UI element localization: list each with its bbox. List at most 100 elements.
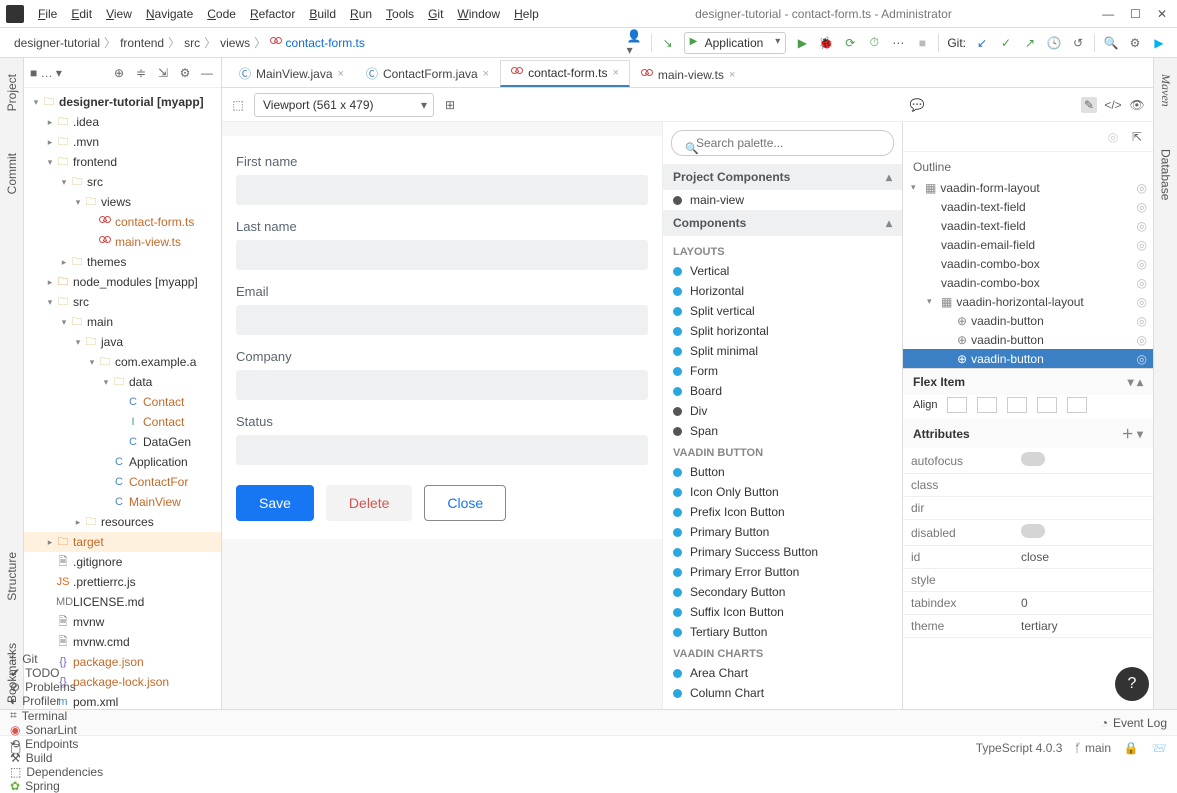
form-field[interactable]: Company xyxy=(236,349,648,400)
maximize-icon[interactable]: ☐ xyxy=(1130,7,1141,21)
menu-navigate[interactable]: Navigate xyxy=(140,4,199,24)
outline-item[interactable]: vaadin-email-field◎ xyxy=(903,235,1153,254)
coverage-icon[interactable]: ⟳ xyxy=(842,35,858,51)
profile-icon[interactable]: ⏱ xyxy=(866,35,882,51)
tree-row[interactable]: CApplication xyxy=(24,452,221,472)
bottom-tab-spring[interactable]: ✿Spring xyxy=(10,779,103,793)
field-input[interactable] xyxy=(236,240,648,270)
editor-tab[interactable]: contact-form.ts× xyxy=(500,60,630,87)
select-tool-icon[interactable]: ⬚ xyxy=(230,97,246,113)
tree-row[interactable]: ▾🗀src xyxy=(24,172,221,192)
debug-icon[interactable]: 🐞 xyxy=(818,35,834,51)
project-tree[interactable]: ▾🗀designer-tutorial [myapp]▸🗀.idea▸🗀.mvn… xyxy=(24,88,221,709)
tree-row[interactable]: ▸🗀.mvn xyxy=(24,132,221,152)
vaadin-icon[interactable]: ▶ xyxy=(1151,35,1167,51)
menu-file[interactable]: File xyxy=(32,4,63,24)
tree-row[interactable]: ▸🗀themes xyxy=(24,252,221,272)
side-tab-commit[interactable]: Commit xyxy=(3,147,21,200)
vcs-update-icon[interactable]: ↙ xyxy=(974,35,990,51)
palette-item[interactable]: Primary Success Button xyxy=(663,542,902,562)
run-icon[interactable]: ▶ xyxy=(794,35,810,51)
outline-item[interactable]: ▾▦ vaadin-horizontal-layout◎ xyxy=(903,292,1153,311)
delete-button[interactable]: Delete xyxy=(326,485,412,521)
tree-row[interactable]: ▸🗀node_modules [myapp] xyxy=(24,272,221,292)
side-tab-structure[interactable]: Structure xyxy=(3,546,21,607)
tab-close-icon[interactable]: × xyxy=(483,68,489,80)
more-icon[interactable]: ⋯ xyxy=(890,35,906,51)
menu-tools[interactable]: Tools xyxy=(380,4,420,24)
tree-row[interactable]: ▾🗀data xyxy=(24,372,221,392)
palette-item[interactable]: Split minimal xyxy=(663,341,902,361)
palette-item[interactable]: Tertiary Button xyxy=(663,622,902,642)
editor-tab[interactable]: main-view.ts× xyxy=(630,62,746,87)
export-icon[interactable]: ⇱ xyxy=(1129,129,1145,145)
status-icon[interactable]: ▢ xyxy=(10,741,21,755)
palette-item[interactable]: Primary Button xyxy=(663,522,902,542)
palette-item[interactable]: Primary Error Button xyxy=(663,562,902,582)
outline-item[interactable]: ▾▦ vaadin-form-layout◎ xyxy=(903,178,1153,197)
attr-row[interactable]: themetertiary xyxy=(903,615,1153,638)
minimize-icon[interactable]: — xyxy=(1102,7,1114,21)
close-button[interactable]: Close xyxy=(424,485,506,521)
close-icon[interactable]: ✕ xyxy=(1157,7,1167,21)
outline-item[interactable]: vaadin-text-field◎ xyxy=(903,216,1153,235)
toggle[interactable] xyxy=(1021,524,1045,538)
form-field[interactable]: Last name xyxy=(236,219,648,270)
side-tab-database[interactable]: Database xyxy=(1157,143,1175,206)
tree-row[interactable]: 🗎mvnw xyxy=(24,612,221,632)
bottom-tab-git[interactable]: ᚶGit xyxy=(10,652,103,666)
tree-row[interactable]: CContactFor xyxy=(24,472,221,492)
palette-item[interactable]: Split vertical xyxy=(663,301,902,321)
bottom-tab-sonarlint[interactable]: ◉SonarLint xyxy=(10,723,103,737)
palette-item[interactable]: Div xyxy=(663,401,902,421)
tab-close-icon[interactable]: × xyxy=(338,68,344,80)
tree-row[interactable]: ▾🗀designer-tutorial [myapp] xyxy=(24,92,221,112)
edit-mode-icon[interactable]: ✎ xyxy=(1081,97,1097,113)
tree-row[interactable]: CDataGen xyxy=(24,432,221,452)
stop-icon[interactable]: ■ xyxy=(914,35,930,51)
palette-item[interactable]: Split horizontal xyxy=(663,321,902,341)
tree-row[interactable]: ▸🗀target xyxy=(24,532,221,552)
palette-item[interactable]: Form xyxy=(663,361,902,381)
attributes-header[interactable]: Attributes xyxy=(913,427,970,441)
tree-row[interactable]: CContact xyxy=(24,392,221,412)
tab-close-icon[interactable]: × xyxy=(612,67,618,79)
tree-row[interactable]: ▾🗀views xyxy=(24,192,221,212)
palette-item[interactable]: Horizontal xyxy=(663,281,902,301)
tree-row[interactable]: 🗎.gitignore xyxy=(24,552,221,572)
form-field[interactable]: Email xyxy=(236,284,648,335)
menu-code[interactable]: Code xyxy=(201,4,242,24)
attr-row[interactable]: tabindex0 xyxy=(903,592,1153,615)
menu-view[interactable]: View xyxy=(100,4,138,24)
vcs-commit-icon[interactable]: ✓ xyxy=(998,35,1014,51)
bottom-tab-profiler[interactable]: ◐Profiler xyxy=(10,694,103,708)
menu-build[interactable]: Build xyxy=(303,4,342,24)
tree-row[interactable]: JS.prettierrc.js xyxy=(24,572,221,592)
align-opt[interactable] xyxy=(977,397,997,413)
tree-row[interactable]: ▾🗀main xyxy=(24,312,221,332)
form-field[interactable]: First name xyxy=(236,154,648,205)
comment-icon[interactable]: 💬 xyxy=(909,97,925,113)
palette-item[interactable]: Vertical xyxy=(663,261,902,281)
save-button[interactable]: Save xyxy=(236,485,314,521)
palette-section-components[interactable]: Components▴ xyxy=(663,210,902,236)
palette-item[interactable]: Board xyxy=(663,381,902,401)
align-opt[interactable] xyxy=(947,397,967,413)
menu-git[interactable]: Git xyxy=(422,4,449,24)
palette-item[interactable]: Area Chart xyxy=(663,663,902,683)
preview-mode-icon[interactable]: 👁 xyxy=(1129,97,1145,113)
tree-row[interactable]: 🗎mvnw.cmd xyxy=(24,632,221,652)
tree-row[interactable]: ▾🗀src xyxy=(24,292,221,312)
editor-tab[interactable]: ⒸContactForm.java× xyxy=(355,59,500,87)
side-tab-bookmarks[interactable]: Bookmarks xyxy=(3,637,21,709)
attr-row[interactable]: style xyxy=(903,569,1153,592)
viewport-combo[interactable]: Viewport (561 x 479) xyxy=(254,93,434,117)
hammer-icon[interactable]: ↘ xyxy=(660,35,676,51)
add-viewport-icon[interactable]: ⊞ xyxy=(442,97,458,113)
tree-row[interactable]: IContact xyxy=(24,412,221,432)
target-icon[interactable]: ⊕ xyxy=(111,65,127,81)
bottom-tab-problems[interactable]: ⊘Problems xyxy=(10,680,103,694)
outline-item[interactable]: vaadin-combo-box◎ xyxy=(903,273,1153,292)
run-config-combo[interactable]: Application xyxy=(684,32,787,54)
link-icon[interactable]: ◎ xyxy=(1105,129,1121,145)
